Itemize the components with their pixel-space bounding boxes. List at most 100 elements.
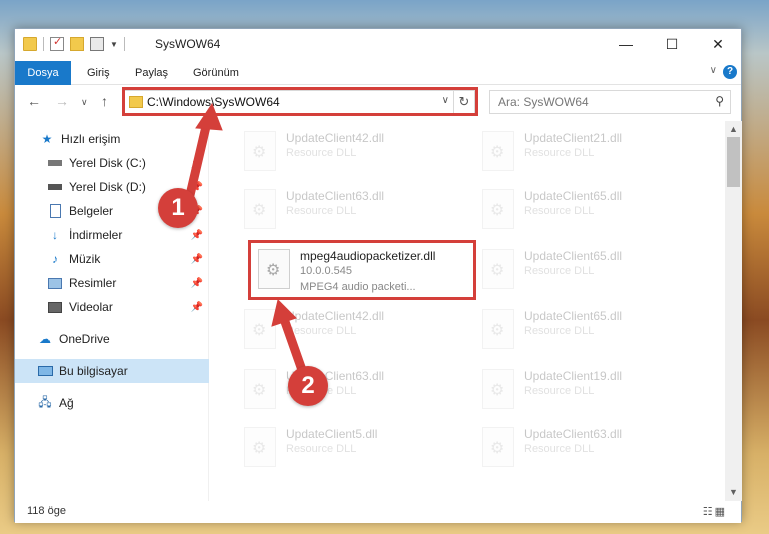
sidebar-item-quick-access[interactable]: ★ Hızlı erişim bbox=[15, 127, 209, 151]
file-name: UpdateClient42.dll bbox=[286, 131, 385, 145]
ribbon-tabs: Dosya Giriş Paylaş Görünüm ∨ ? bbox=[15, 61, 741, 85]
drive-icon bbox=[47, 179, 63, 195]
search-icon: ⚲ bbox=[715, 94, 724, 108]
view-toggle-icons[interactable]: ☷▦ bbox=[703, 505, 727, 518]
navigation-bar: ← → ∨ ↑ C:\Windows\SysWOW64 ∨ ↻ Ara: Sys… bbox=[15, 85, 741, 119]
pin-icon[interactable]: 📌 bbox=[191, 278, 203, 289]
dll-file-icon bbox=[482, 189, 514, 229]
file-description: Resource DLL bbox=[524, 265, 595, 277]
toolbar-separator bbox=[43, 37, 44, 51]
file-item[interactable]: UpdateClient63.dll Resource DLL bbox=[238, 363, 448, 417]
file-item[interactable]: UpdateClient19.dll Resource DLL bbox=[476, 363, 686, 417]
sidebar-item-label: Yerel Disk (D:) bbox=[69, 180, 146, 194]
tab-home[interactable]: Giriş bbox=[77, 61, 120, 85]
documents-icon bbox=[47, 203, 63, 219]
file-item[interactable]: UpdateClient42.dll Resource DLL bbox=[238, 303, 448, 357]
sidebar-item-label: Yerel Disk (C:) bbox=[69, 156, 146, 170]
dll-file-icon bbox=[244, 369, 276, 409]
vertical-scrollbar[interactable]: ▲ ▼ bbox=[725, 121, 742, 501]
item-count: 118 öge bbox=[27, 505, 66, 517]
file-item[interactable]: UpdateClient63.dll Resource DLL bbox=[476, 421, 686, 475]
minimize-button[interactable]: — bbox=[603, 29, 649, 59]
explorer-window: ▼ SysWOW64 — ☐ ✕ Dosya Giriş Paylaş Görü… bbox=[14, 28, 742, 523]
properties-icon[interactable] bbox=[50, 35, 64, 51]
ribbon-expand-icon[interactable]: ∨ bbox=[710, 65, 717, 76]
sidebar-item-network[interactable]: 🖧 Ağ bbox=[15, 391, 209, 415]
maximize-button[interactable]: ☐ bbox=[649, 29, 695, 59]
pictures-icon bbox=[47, 275, 63, 291]
scroll-up-icon[interactable]: ▲ bbox=[725, 121, 742, 138]
file-name: UpdateClient21.dll bbox=[524, 131, 623, 145]
sidebar-item-label: Videolar bbox=[69, 300, 113, 314]
scroll-thumb[interactable] bbox=[727, 137, 740, 187]
dll-file-icon bbox=[482, 309, 514, 349]
file-item[interactable]: UpdateClient5.dll Resource DLL bbox=[238, 421, 448, 475]
star-icon: ★ bbox=[41, 132, 53, 146]
sidebar-item-this-pc[interactable]: Bu bilgisayar bbox=[15, 359, 209, 383]
file-description: Resource DLL bbox=[286, 147, 357, 159]
window-title: SysWOW64 bbox=[155, 37, 221, 51]
pin-icon[interactable]: 📌 bbox=[191, 182, 203, 193]
sidebar-item-pictures[interactable]: Resimler 📌 bbox=[15, 271, 209, 295]
dll-file-icon bbox=[244, 427, 276, 467]
file-item[interactable]: UpdateClient63.dll Resource DLL bbox=[238, 183, 448, 237]
file-description: Resource DLL bbox=[524, 325, 595, 337]
file-item[interactable]: UpdateClient65.dll Resource DLL bbox=[476, 183, 686, 237]
dll-file-icon bbox=[244, 189, 276, 229]
music-icon: ♪ bbox=[52, 252, 58, 266]
sidebar-item-onedrive[interactable]: ☁ OneDrive bbox=[15, 327, 209, 351]
toolbar-separator bbox=[123, 37, 125, 51]
network-icon: 🖧 bbox=[38, 394, 52, 409]
drive-icon bbox=[47, 155, 63, 171]
new-folder-icon[interactable] bbox=[70, 37, 84, 51]
back-icon[interactable]: ← bbox=[27, 93, 41, 109]
close-button[interactable]: ✕ bbox=[695, 29, 741, 59]
chevron-down-icon[interactable]: ▼ bbox=[110, 40, 118, 49]
sidebar-item-label: Bu bilgisayar bbox=[59, 364, 128, 378]
tab-file[interactable]: Dosya bbox=[15, 61, 71, 85]
file-name: UpdateClient65.dll bbox=[524, 189, 623, 203]
sidebar-item-label: Hızlı erişim bbox=[61, 132, 121, 146]
callout-2: 2 bbox=[288, 366, 328, 406]
window-controls: — ☐ ✕ bbox=[603, 29, 741, 59]
customize-icon[interactable] bbox=[90, 37, 104, 51]
callout-1: 1 bbox=[158, 188, 198, 228]
search-input[interactable]: Ara: SysWOW64 ⚲ bbox=[489, 90, 731, 114]
sidebar-item-videos[interactable]: Videolar 📌 bbox=[15, 295, 209, 319]
file-description: Resource DLL bbox=[524, 443, 595, 455]
up-icon[interactable]: ↑ bbox=[101, 93, 108, 109]
dll-file-icon bbox=[482, 131, 514, 171]
dll-file-icon bbox=[482, 427, 514, 467]
recent-locations-icon[interactable]: ∨ bbox=[81, 97, 88, 108]
tab-share[interactable]: Paylaş bbox=[125, 61, 178, 85]
file-description: Resource DLL bbox=[286, 325, 357, 337]
file-name: UpdateClient65.dll bbox=[524, 309, 623, 323]
sidebar-item-label: İndirmeler bbox=[69, 228, 123, 242]
sidebar-item-music[interactable]: ♪ Müzik 📌 bbox=[15, 247, 209, 271]
file-name: UpdateClient63.dll bbox=[524, 427, 623, 441]
file-description: Resource DLL bbox=[286, 205, 357, 217]
sidebar-item-label: Müzik bbox=[69, 252, 101, 266]
pin-icon[interactable]: 📌 bbox=[191, 230, 203, 241]
file-name: UpdateClient42.dll bbox=[286, 309, 385, 323]
title-bar: ▼ SysWOW64 — ☐ ✕ bbox=[15, 29, 741, 61]
sidebar-item-local-disk-c[interactable]: Yerel Disk (C:) 📌 bbox=[15, 151, 209, 175]
file-item[interactable]: UpdateClient42.dll Resource DLL bbox=[238, 125, 448, 179]
pin-icon[interactable]: 📌 bbox=[191, 254, 203, 265]
sidebar-item-label: Resimler bbox=[69, 276, 117, 290]
help-icon[interactable]: ? bbox=[723, 65, 737, 79]
tab-view[interactable]: Görünüm bbox=[183, 61, 249, 85]
file-item[interactable]: UpdateClient21.dll Resource DLL bbox=[476, 125, 686, 179]
file-item[interactable]: UpdateClient65.dll Resource DLL bbox=[476, 303, 686, 357]
folder-icon bbox=[23, 37, 37, 51]
computer-icon bbox=[37, 363, 53, 379]
forward-icon[interactable]: → bbox=[55, 93, 69, 109]
file-name: UpdateClient65.dll bbox=[524, 249, 623, 263]
file-item[interactable]: UpdateClient65.dll Resource DLL bbox=[476, 243, 686, 297]
search-placeholder: Ara: SysWOW64 bbox=[498, 95, 589, 109]
pin-icon[interactable]: 📌 bbox=[191, 158, 203, 169]
file-highlight-box bbox=[248, 240, 476, 300]
scroll-down-icon[interactable]: ▼ bbox=[725, 484, 742, 501]
dll-file-icon bbox=[244, 309, 276, 349]
pin-icon[interactable]: 📌 bbox=[191, 302, 203, 313]
